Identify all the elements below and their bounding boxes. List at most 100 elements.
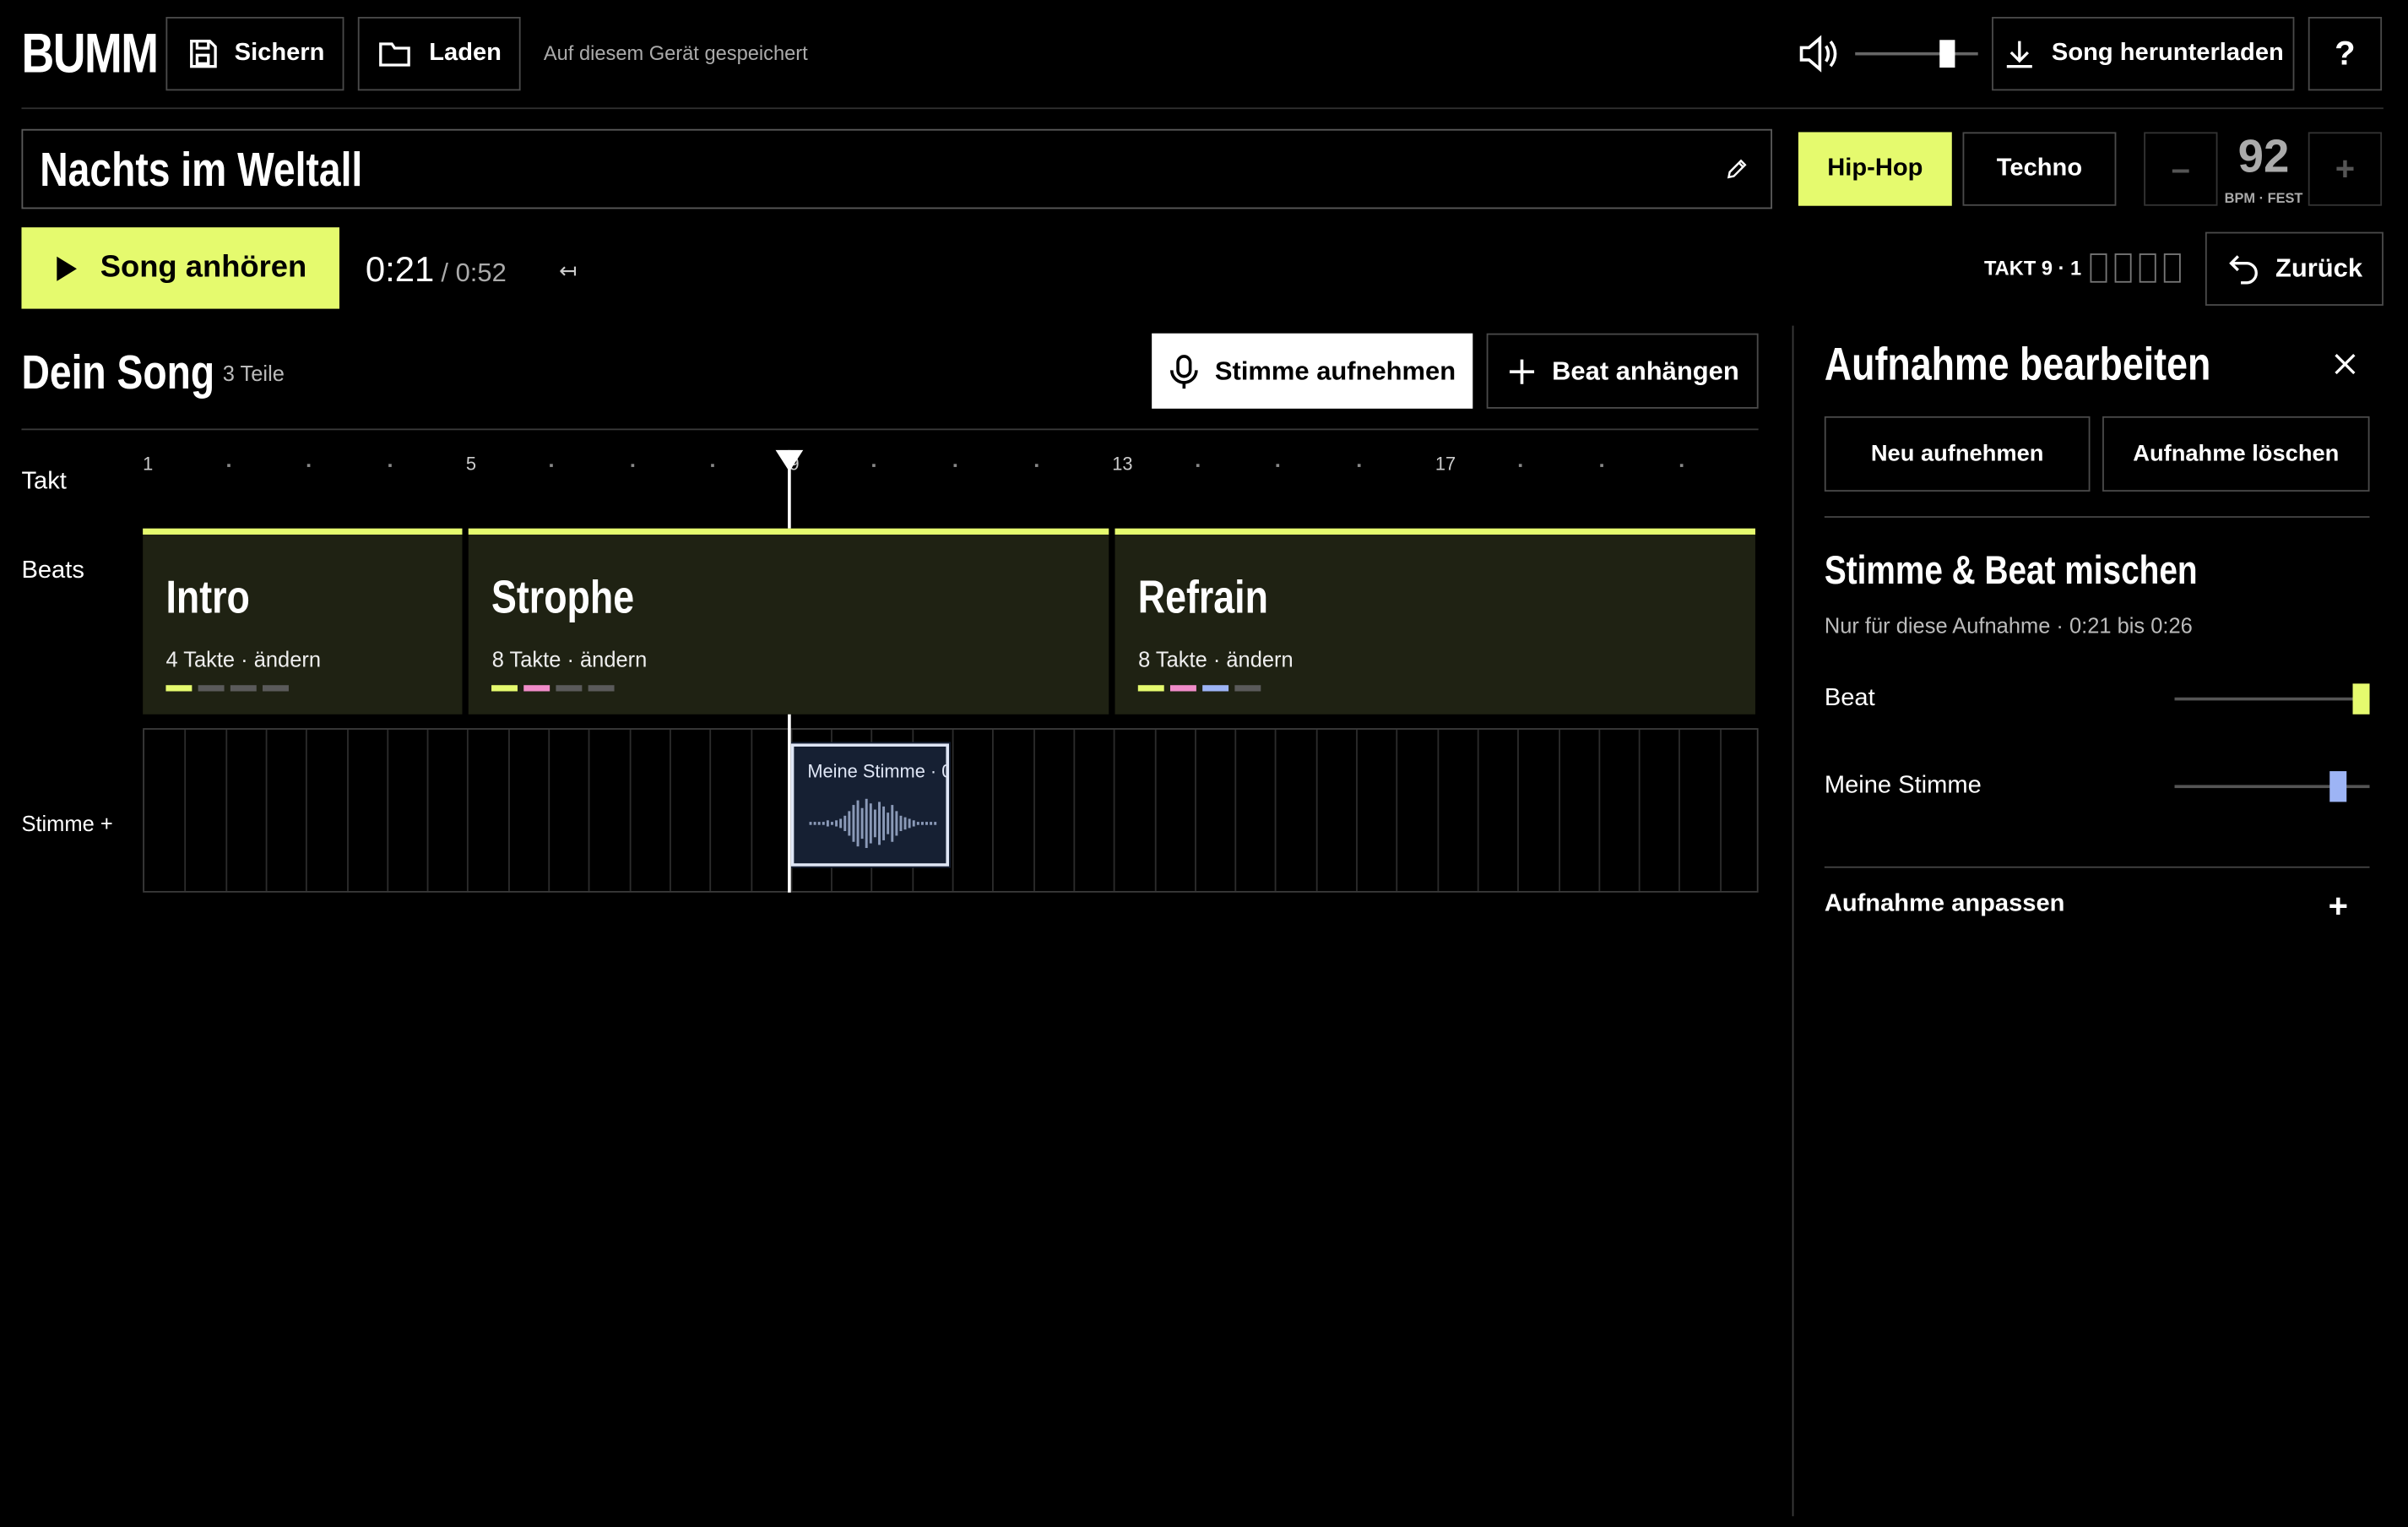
waveform-bar [912,820,915,827]
waveform-bar [895,811,898,836]
waveform-bar [813,822,816,825]
beat-box [2163,253,2181,283]
close-icon[interactable] [2333,352,2357,377]
grid-line [709,729,712,891]
voice-volume-slider[interactable] [2174,769,2370,803]
microphone-icon [1170,354,1198,389]
beat-volume-label: Beat [1824,685,1875,712]
download-button[interactable]: Song herunterladen [1992,17,2295,91]
adjust-recording-toggle[interactable]: Aufnahme anpassen + [1824,886,2370,924]
section-card-intro[interactable]: Intro 4 Takte · ändern [143,528,464,715]
download-icon [2006,41,2032,68]
waveform-bar [843,815,846,832]
voice-clip-label: Meine Stimme · 0 [807,760,950,782]
logo: BUMM [21,25,177,80]
swatch [1138,685,1165,692]
waveform-bar [848,811,850,836]
genre-techno-button[interactable]: Techno [1962,132,2117,206]
section-swatches [491,685,616,692]
waveform-bar [809,822,812,825]
section-meta[interactable]: 8 Takte · ändern [1138,647,1293,671]
grid-line [184,729,187,891]
rerecord-button[interactable]: Neu aufnehmen [1824,416,2091,492]
takt-number: 1 [143,453,154,475]
time-total: / 0:52 [441,258,507,288]
beat-volume-slider[interactable] [2174,682,2370,716]
waveform-bar [817,822,821,825]
load-button[interactable]: Laden [357,17,521,91]
time-display: 0:21 / 0:52 [366,249,507,291]
delete-recording-button[interactable]: Aufnahme löschen [2102,416,2370,492]
song-title-field[interactable]: Nachts im Weltall [21,128,1772,209]
takt-number: 5 [465,453,476,475]
grid-line [467,729,469,891]
grid-line [1477,729,1479,891]
waveform-bar [852,805,855,842]
playhead-handle-icon[interactable] [775,449,803,472]
grid-line [507,729,510,891]
swatch [556,685,583,692]
takt-dot [1196,464,1200,467]
row-label-voice[interactable]: Stimme + [21,811,112,835]
section-meta[interactable]: 4 Takte · ändern [165,647,321,671]
section-card-refrain[interactable]: Refrain 8 Takte · ändern [1115,528,1755,715]
section-meta[interactable]: 8 Takte · ändern [492,647,648,671]
waveform-bar [834,820,838,827]
volume-icon[interactable] [1797,34,1840,73]
adjust-recording-label: Aufnahme anpassen [1824,890,2065,917]
grid-line [1194,729,1196,891]
row-label-takt: Takt [21,468,67,495]
waveform-bar [869,803,872,844]
save-button[interactable]: Sichern [165,17,344,91]
section-name: Strophe [491,573,635,624]
grid-line [1114,729,1115,891]
takt-dot [550,464,553,467]
append-beat-button[interactable]: Beat anhängen [1486,333,1759,409]
takt-dot [1599,464,1603,467]
grid-line [629,729,631,891]
grid-line [426,729,429,891]
voice-track[interactable] [143,728,1759,893]
time-current: 0:21 [365,248,435,289]
grid-line [1396,729,1398,891]
waveform-bar [881,806,885,840]
genre-hiphop-button[interactable]: Hip-Hop [1798,132,1952,206]
volume-slider[interactable] [1855,37,1978,71]
edit-pencil-icon[interactable] [1725,157,1749,182]
bpm-plus-button[interactable]: + [2308,132,2383,206]
volume-slider-thumb[interactable] [1939,40,1955,68]
takt-dot [226,464,230,467]
record-voice-button[interactable]: Stimme aufnehmen [1152,333,1473,409]
swatch [263,685,289,692]
grid-line [1356,729,1358,891]
grid-line [588,729,590,891]
grid-line [1638,729,1641,891]
bpm-minus-button[interactable]: – [2144,132,2218,206]
waveform-bar [826,820,829,827]
timeline-title: Dein Song [21,345,215,399]
folder-icon [379,42,411,67]
takt-dot [630,464,634,467]
section-card-strophe[interactable]: Strophe 8 Takte · ändern [469,528,1109,715]
grid-line [1719,729,1722,891]
voice-volume-thumb[interactable] [2329,771,2347,802]
play-song-button[interactable]: Song anhören [21,227,339,309]
voice-clip[interactable]: Meine Stimme · 0 [789,742,951,868]
storage-note: Auf diesem Gerät gespeichert [543,41,808,65]
swatch [491,685,518,692]
beat-box [2139,253,2156,283]
waveform-bar [908,818,911,829]
waveform-bar [830,822,833,825]
swatch [523,685,550,692]
bpm-note: BPM · FEST [2224,190,2303,206]
takt-dot [872,464,876,467]
takt-dot [388,464,392,467]
expand-plus-icon: + [2328,886,2349,925]
waveform-bar [860,807,864,840]
beat-volume-thumb[interactable] [2352,683,2370,715]
help-button[interactable]: ? [2308,17,2383,91]
song-title: Nachts im Weltall [40,143,363,197]
waveform-bar [933,822,936,825]
back-button[interactable]: Zurück [2205,231,2384,306]
rewind-icon[interactable]: ↤ [559,258,577,285]
